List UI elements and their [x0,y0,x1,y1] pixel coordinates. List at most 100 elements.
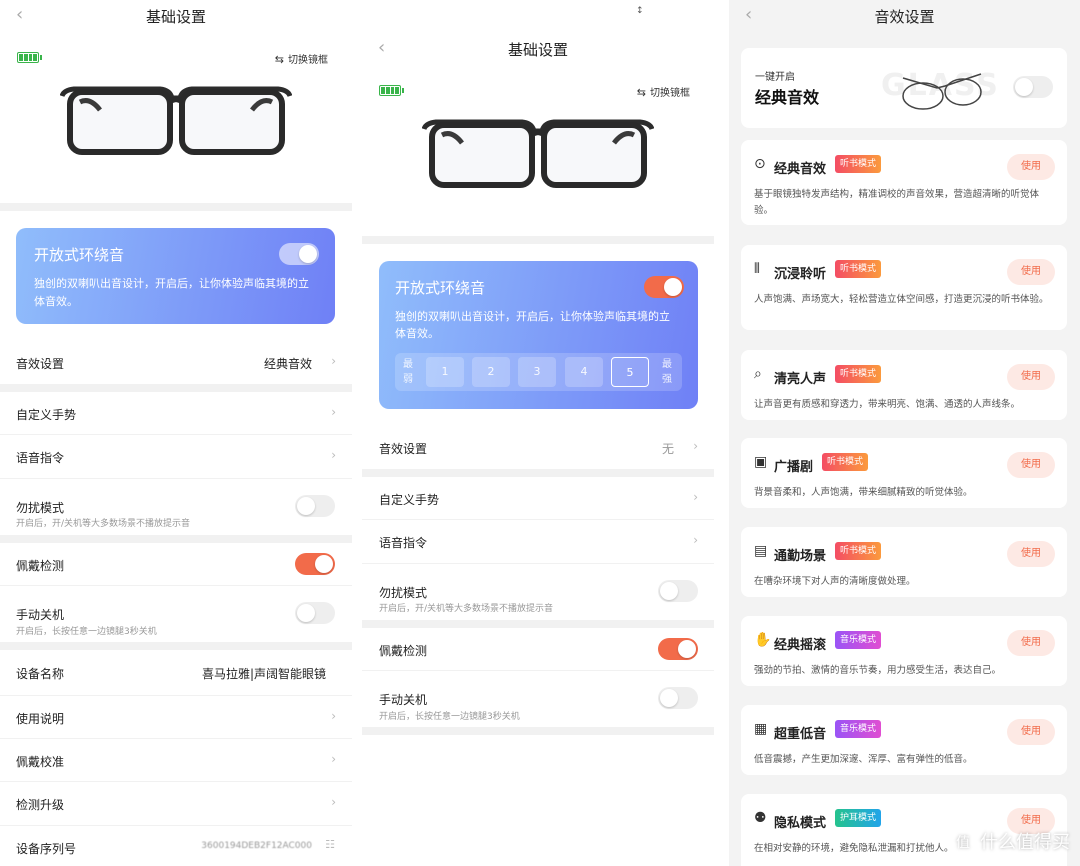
device-name-row: 设备名称 喜马拉雅|声阔智能眼镜 [0,650,352,696]
sound-setting-row[interactable]: 音效设置 无 › [362,425,714,469]
swap-icon: ⇆ [636,86,646,99]
use-button[interactable]: 使用 [1007,452,1055,478]
one-key-title: 经典音效 [755,88,820,107]
level-4-button[interactable]: 4 [565,357,603,387]
manual-label: 使用说明 [16,712,65,726]
surround-sound-card: 开放式环绕音 独创的双喇叭出音设计，开启后，让你体验声临其境的立 体音效。 最弱… [379,261,698,409]
calibration-row[interactable]: 佩戴校准 › [0,739,352,782]
effect-desc: 背景音柔和，人声饱满，带来细腻精致的听觉体验。 [754,487,973,498]
effect-desc: 在嘈杂环境下对人声的清晰度做处理。 [754,576,916,587]
effect-title: 经典摇滚 [774,638,827,653]
mode-badge: 听书模式 [822,453,869,471]
serial-label: 设备序列号 [16,842,77,856]
wear-detect-toggle[interactable] [295,553,335,575]
chevron-right-icon: › [331,405,336,419]
divider [0,535,352,543]
glasses-outline-icon [902,73,982,110]
surround-toggle[interactable] [279,243,319,265]
manual-off-toggle[interactable] [295,602,335,624]
chevron-right-icon: › [331,752,336,766]
manual-row[interactable]: 使用说明 › [0,696,352,739]
back-icon[interactable]: ‹ [378,37,385,58]
switch-frame-button[interactable]: ⇆ 切换镜框 [637,84,690,99]
level-1-button[interactable]: 1 [426,357,464,387]
use-button[interactable]: 使用 [1007,154,1055,180]
mode-badge: 音乐模式 [835,631,882,649]
effect-card: ⌕ 清亮人声 听书模式 使用 让声音更有质感和穿透力，带来明亮、饱满、通透的人声… [741,350,1067,420]
voice-command-row[interactable]: 语音指令 › [0,435,352,479]
effect-card: ✋ 经典摇滚 音乐模式 使用 强劲的节拍、激情的音乐节奏，用力感受生活，表达自己… [741,616,1067,686]
dnd-toggle[interactable] [295,495,335,517]
effect-desc: 让声音更有质感和穿透力，带来明亮、饱满、通透的人声线条。 [754,399,1021,410]
divider [362,469,714,477]
dnd-toggle[interactable] [658,580,698,602]
custom-gesture-row[interactable]: 自定义手势 › [362,477,714,520]
use-button[interactable]: 使用 [1007,364,1055,390]
level-3-button[interactable]: 3 [518,357,556,387]
device-name-value: 喜马拉雅|声阔智能眼镜 [201,667,326,681]
use-button[interactable]: 使用 [1007,259,1055,285]
bus-icon: ▤ [754,543,768,559]
radio-icon: ▣ [754,454,768,470]
level-max-label: 最强 [662,359,672,385]
rock-hand-icon: ✋ [754,632,772,648]
divider [0,642,352,650]
copy-icon[interactable]: ☷ [325,838,335,851]
one-key-label: 一键开启 [755,72,795,83]
dnd-sub: 开启后，开/关机等大多数场景不播放提示音 [16,519,191,529]
dnd-row: 勿扰模式 开启后，开/关机等大多数场景不播放提示音 [0,479,352,535]
effect-desc: 人声饱满、声场宽大，轻松营造立体空间感，打造更沉浸的听书体验。 [754,294,1049,305]
voice-command-label: 语音指令 [16,451,65,465]
voice-command-label: 语音指令 [379,536,428,550]
header: ‹ 基础设置 [362,37,714,69]
switch-frame-button[interactable]: ⇆ 切换镜框 [275,51,328,66]
watermark-logo: 值 [950,830,976,856]
dnd-label: 勿扰模式 [379,586,428,600]
mode-badge: 听书模式 [835,365,882,383]
equalizer-icon: ⫴ [754,261,760,277]
voice-command-row[interactable]: 语音指令 › [362,520,714,564]
switch-frame-label: 切换镜框 [288,55,328,66]
wear-detect-toggle[interactable] [658,638,698,660]
mode-badge: 听书模式 [835,260,882,278]
location-pin-icon: ⚉ [754,810,767,826]
surround-sound-card: 开放式环绕音 独创的双喇叭出音设计，开启后，让你体验声临其境的立 体音效。 [16,228,335,324]
manual-off-toggle[interactable] [658,687,698,709]
back-icon[interactable]: ‹ [745,4,752,25]
battery-icon [379,85,404,96]
surround-level-selector: 最弱 1 2 3 4 5 最强 [395,353,682,391]
microphone-icon: ⌕ [754,366,762,382]
divider [0,203,352,211]
effect-desc: 强劲的节拍、激情的音乐节奏，用力感受生活，表达自己。 [754,665,1002,676]
sound-setting-row[interactable]: 音效设置 经典音效 › [0,340,352,384]
dnd-label: 勿扰模式 [16,501,65,515]
effect-title: 沉浸聆听 [774,267,827,282]
upgrade-label: 检测升级 [16,798,65,812]
header: ‹ 基础设置 [0,4,352,36]
upgrade-row[interactable]: 检测升级 › [0,782,352,826]
custom-gesture-label: 自定义手势 [16,408,77,422]
chevron-right-icon: › [693,533,698,547]
battery-icon [17,52,42,63]
level-5-button[interactable]: 5 [611,357,649,387]
surround-toggle[interactable] [644,276,684,298]
manual-off-sub: 开启后，长按任意一边镜腿3秒关机 [379,712,520,722]
effect-title: 超重低音 [774,727,827,742]
level-min-label: 最弱 [403,359,413,385]
settings-panel-basic: ‹ 基础设置 ⇆ 切换镜框 开放式环绕音 独创的双喇叭出音设计，开启后，让你体验声… [0,0,352,866]
one-key-card: 一键开启 经典音效 GLASS [741,48,1067,128]
one-key-toggle[interactable] [1013,76,1053,98]
mode-badge: 音乐模式 [835,720,882,738]
chevron-right-icon: › [331,709,336,723]
use-button[interactable]: 使用 [1007,719,1055,745]
use-button[interactable]: 使用 [1007,541,1055,567]
effect-card: ▣ 广播剧 听书模式 使用 背景音柔和，人声饱满，带来细腻精致的听觉体验。 [741,438,1067,508]
manual-off-row: 手动关机 开启后，长按任意一边镜腿3秒关机 [362,671,714,727]
surround-desc-line2: 体音效。 [34,295,78,308]
back-icon[interactable]: ‹ [16,4,23,25]
custom-gesture-row[interactable]: 自定义手势 › [0,392,352,435]
page-title: 音效设置 [874,8,935,26]
effect-card: ⊙ 经典音效 听书模式 使用 基于眼镜独特发声结构，精准调校的声音效果，营造超清… [741,140,1067,225]
level-2-button[interactable]: 2 [472,357,510,387]
use-button[interactable]: 使用 [1007,630,1055,656]
